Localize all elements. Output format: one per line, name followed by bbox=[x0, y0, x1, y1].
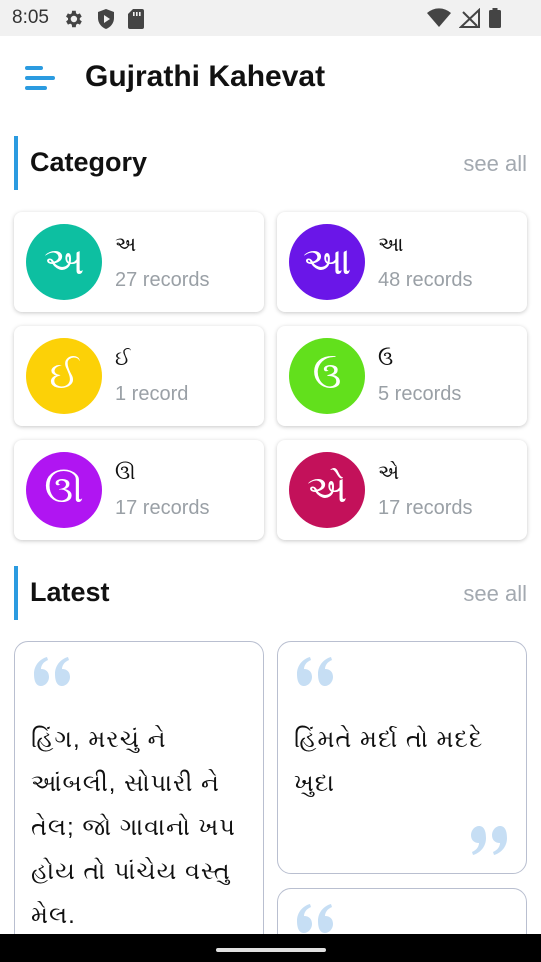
category-count: 48 records bbox=[378, 269, 473, 291]
shield-icon bbox=[98, 9, 114, 29]
category-card-ii[interactable]: ઈ ઈ 1 record bbox=[14, 326, 264, 426]
sd-card-icon bbox=[128, 9, 144, 29]
category-name: ઊ bbox=[115, 462, 136, 484]
category-letter-badge: ઉ bbox=[289, 338, 365, 414]
app-bar: Gujrathi Kahevat bbox=[0, 36, 541, 124]
open-quote-icon bbox=[34, 657, 70, 686]
latest-see-all-button[interactable]: see all bbox=[463, 581, 527, 607]
category-letter-badge: અ bbox=[26, 224, 102, 300]
category-name: અ bbox=[115, 234, 137, 256]
section-accent-bar bbox=[14, 136, 18, 190]
category-letter-badge: એ bbox=[289, 452, 365, 528]
home-gesture-handle[interactable] bbox=[216, 948, 326, 952]
quote-card[interactable]: હિંગ, મરચું ને આંબલી, સોપારી ને તેલ; જો … bbox=[14, 641, 264, 961]
category-see-all-button[interactable]: see all bbox=[463, 151, 527, 177]
category-card-uu[interactable]: ઊ ઊ 17 records bbox=[14, 440, 264, 540]
quote-card[interactable]: હિંમતે મર્દા તો મદદે ખુદા bbox=[277, 641, 527, 874]
quote-text: હિંમતે મર્દા તો મદદે ખુદા bbox=[294, 726, 484, 797]
status-bar: 8:05 bbox=[0, 0, 541, 36]
category-letter-badge: ઊ bbox=[26, 452, 102, 528]
category-name: ઈ bbox=[115, 348, 131, 370]
category-count: 17 records bbox=[378, 497, 473, 519]
category-title: Category bbox=[30, 147, 148, 177]
status-time: 8:05 bbox=[12, 7, 49, 28]
open-quote-icon bbox=[297, 904, 333, 933]
category-count: 5 records bbox=[378, 383, 462, 405]
category-name: એ bbox=[378, 462, 400, 484]
category-name: ઉ bbox=[378, 348, 394, 370]
battery-icon bbox=[489, 8, 501, 28]
category-letter-badge: ઈ bbox=[26, 338, 102, 414]
quote-text: હિંગ, મરચું ને આંબલી, સોપારી ને તેલ; જો … bbox=[31, 726, 236, 929]
signal-icon bbox=[459, 8, 480, 28]
category-count: 1 record bbox=[115, 383, 189, 405]
system-nav-bar bbox=[0, 934, 541, 962]
category-card-u[interactable]: ઉ ઉ 5 records bbox=[277, 326, 527, 426]
latest-title: Latest bbox=[30, 577, 110, 607]
category-card-e[interactable]: એ એ 17 records bbox=[277, 440, 527, 540]
category-letter-badge: આ bbox=[289, 224, 365, 300]
menu-icon[interactable] bbox=[25, 65, 57, 91]
category-card-aa[interactable]: આ આ 48 records bbox=[277, 212, 527, 312]
category-name: આ bbox=[378, 234, 404, 256]
category-header: Category see all bbox=[14, 136, 527, 190]
app-title: Gujrathi Kahevat bbox=[85, 60, 326, 93]
category-count: 27 records bbox=[115, 269, 210, 291]
category-card-a[interactable]: અ અ 27 records bbox=[14, 212, 264, 312]
section-accent-bar bbox=[14, 566, 18, 620]
settings-icon bbox=[66, 10, 82, 28]
latest-header: Latest see all bbox=[14, 566, 527, 620]
category-count: 17 records bbox=[115, 497, 210, 519]
open-quote-icon bbox=[297, 657, 333, 686]
wifi-icon bbox=[427, 8, 451, 27]
close-quote-icon bbox=[471, 826, 507, 855]
